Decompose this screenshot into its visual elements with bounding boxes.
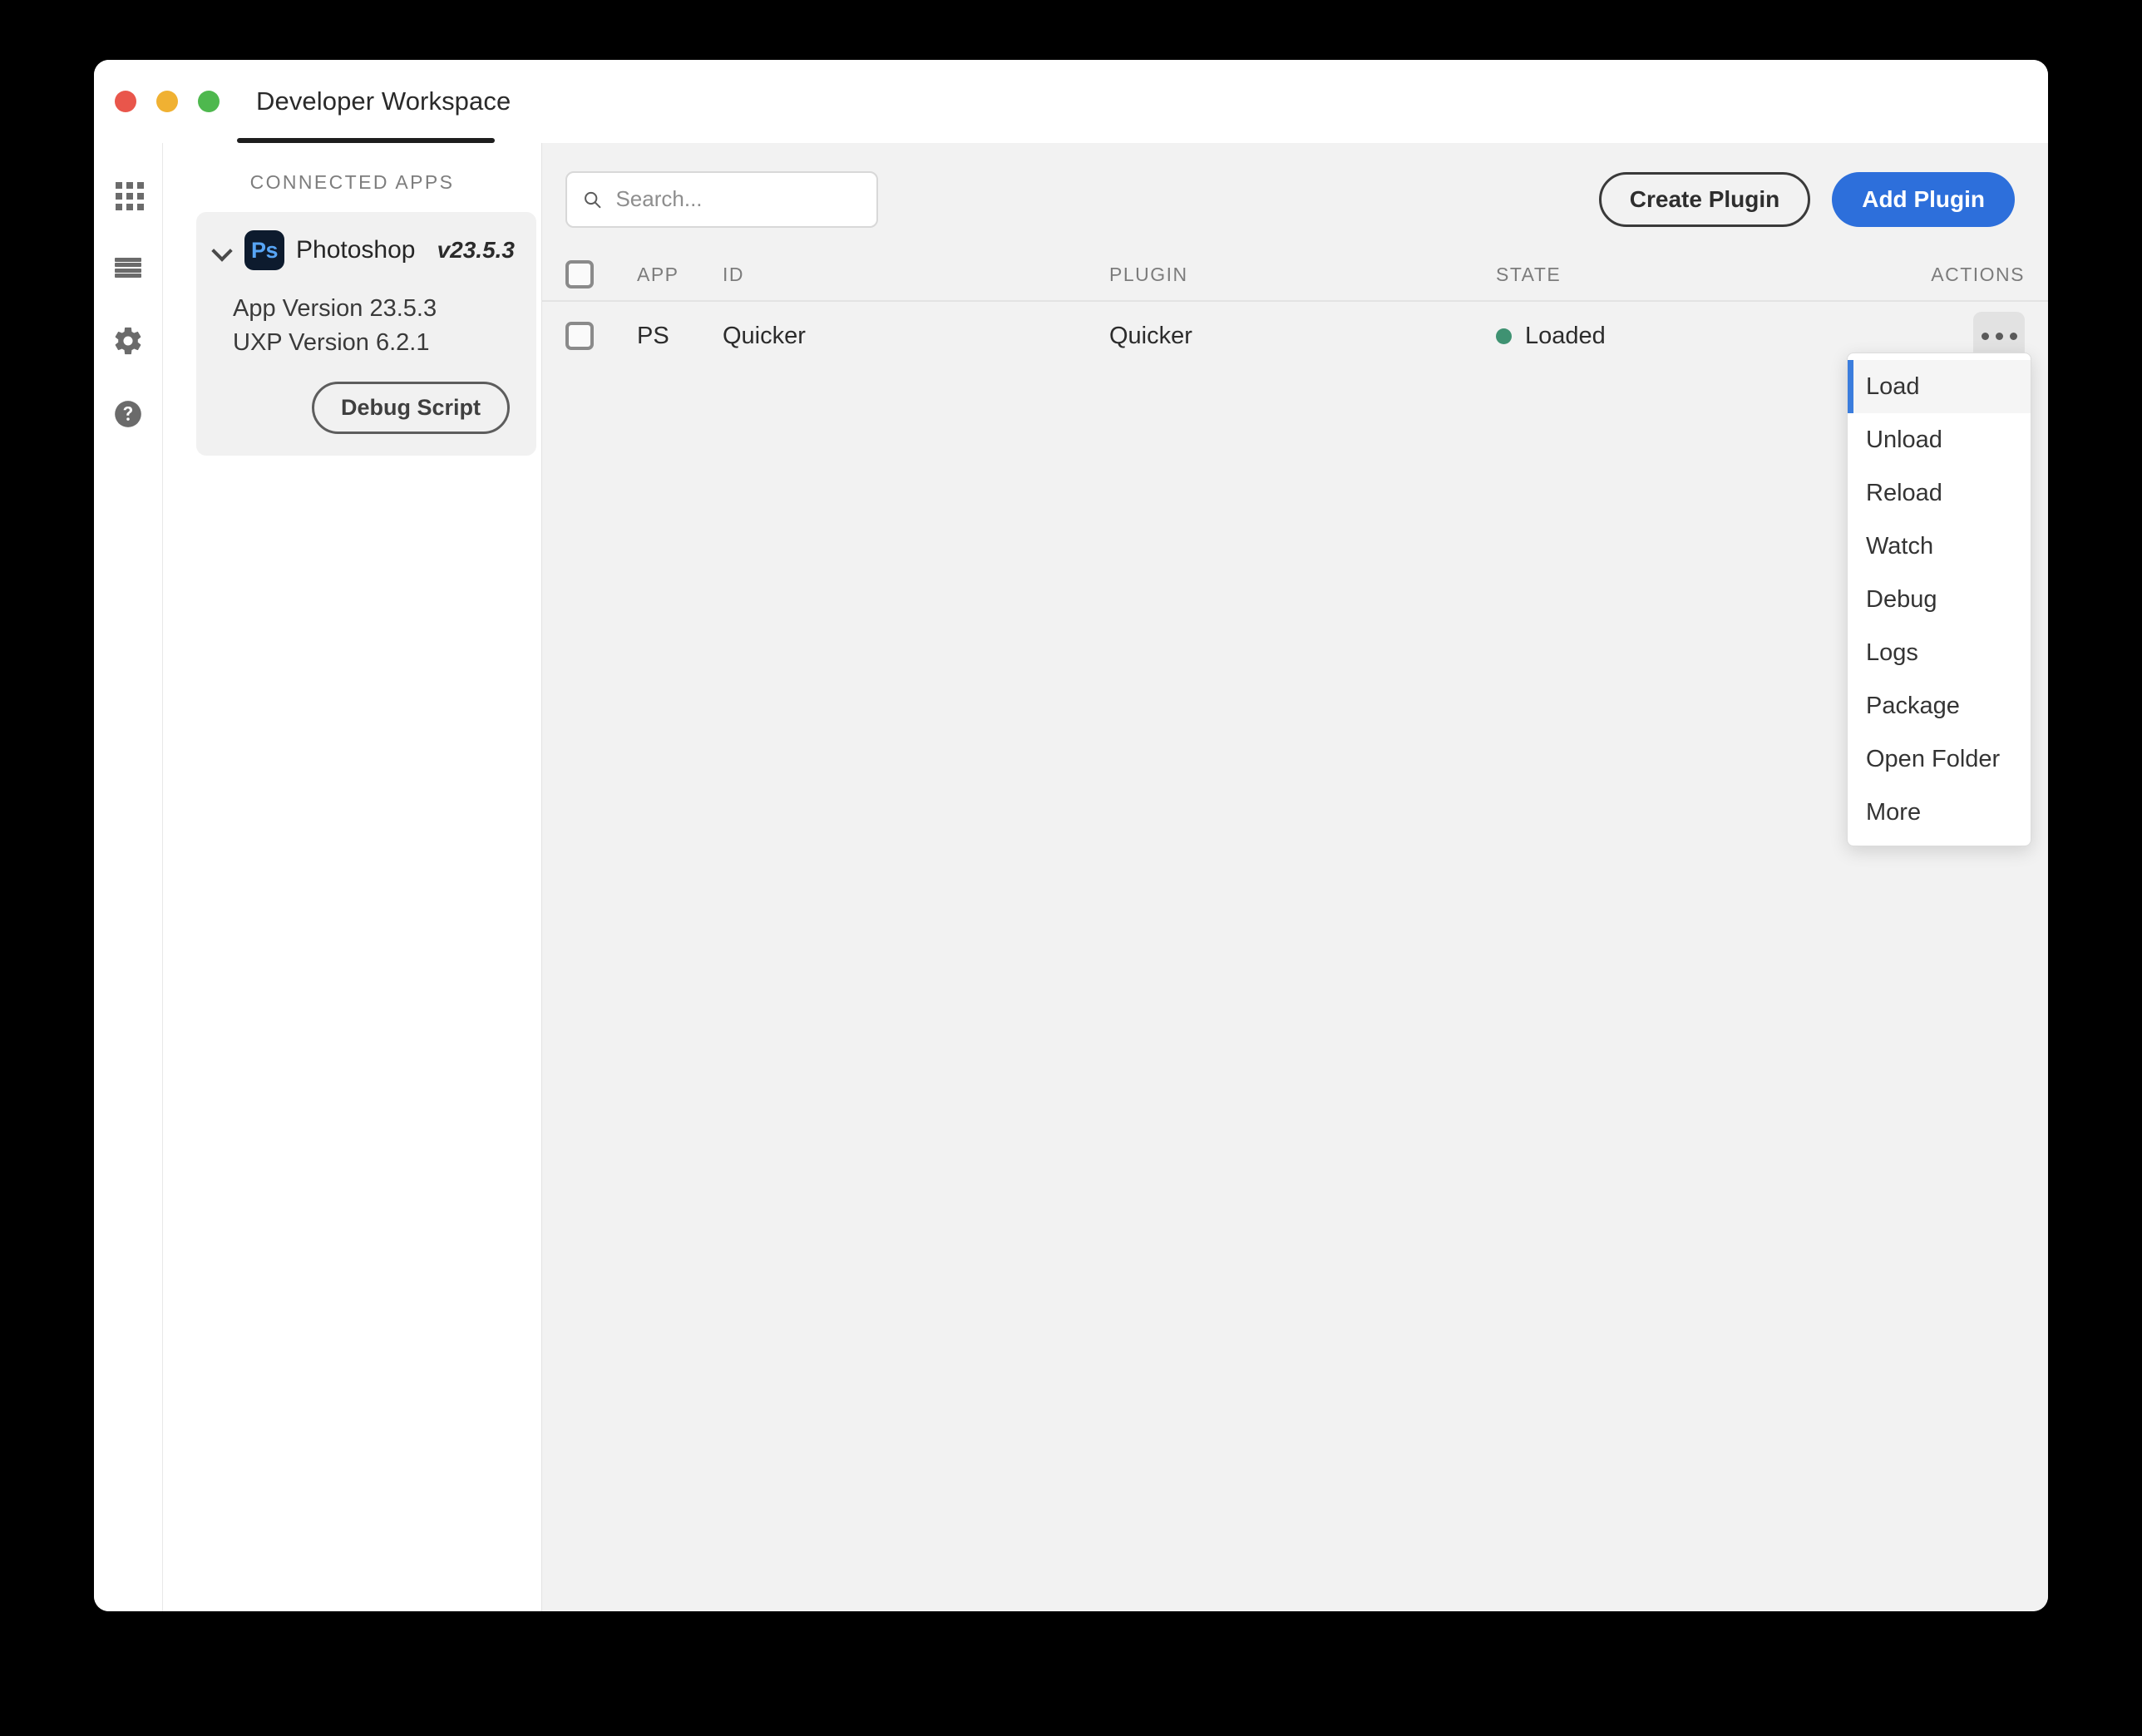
menu-item-reload[interactable]: Reload (1848, 466, 2031, 520)
plugins-toolbar: Create Plugin Add Plugin (542, 143, 2048, 230)
window-body: CONNECTED APPS Ps Photoshop v23.5.3 App … (94, 143, 2048, 1611)
gear-icon (115, 327, 141, 355)
app-name: Photoshop (296, 236, 416, 264)
column-header-state: STATE (1496, 263, 1562, 285)
menu-item-open-folder[interactable]: Open Folder (1848, 732, 2031, 786)
table-header-row: APP ID PLUGIN STATE ACTIONS (542, 249, 2048, 302)
status-dot-icon (1496, 328, 1512, 344)
cell-state: Loaded (1496, 323, 1890, 350)
row-checkbox[interactable] (565, 322, 594, 350)
cell-id: Quicker (723, 322, 806, 349)
connected-apps-panel: CONNECTED APPS Ps Photoshop v23.5.3 App … (163, 143, 542, 1611)
menu-item-package[interactable]: Package (1848, 679, 2031, 732)
menu-item-watch[interactable]: Watch (1848, 520, 2031, 573)
row-actions-menu: Load Unload Reload Watch Debug Logs Pack… (1847, 353, 2031, 846)
add-plugin-button[interactable]: Add Plugin (1832, 171, 2015, 227)
app-version-line: App Version 23.5.3 (233, 295, 437, 322)
menu-item-logs[interactable]: Logs (1848, 626, 2031, 679)
menu-item-more[interactable]: More (1848, 786, 2031, 839)
traffic-lights (115, 91, 220, 112)
app-details: App Version 23.5.3 UXP Version 6.2.1 (211, 292, 515, 360)
search-input[interactable] (614, 185, 861, 213)
help-icon (115, 401, 141, 427)
title-bar: Developer Workspace (94, 60, 2048, 144)
chevron-down-icon[interactable] (211, 239, 233, 261)
search-box[interactable] (565, 170, 878, 228)
create-plugin-button[interactable]: Create Plugin (1598, 171, 1811, 227)
uxp-version-line: UXP Version 6.2.1 (233, 329, 430, 357)
plugins-table: APP ID PLUGIN STATE ACTIONS PS Quicker Q… (542, 249, 2048, 370)
column-header-app: APP (637, 263, 679, 285)
select-all-checkbox[interactable] (565, 260, 594, 289)
status-badge: Loaded (1525, 322, 1606, 349)
column-header-actions: ACTIONS (1931, 263, 2025, 285)
plugins-panel: Create Plugin Add Plugin APP ID PLUGIN S… (542, 143, 2048, 1611)
rail-item-help[interactable] (103, 389, 153, 439)
menu-item-load[interactable]: Load (1848, 360, 2031, 413)
rail-item-settings[interactable] (103, 316, 153, 366)
panel-heading: CONNECTED APPS (249, 171, 455, 193)
app-version-tag: v23.5.3 (437, 237, 515, 263)
icon-rail (94, 143, 163, 1611)
tab-label: Developer Workspace (256, 86, 511, 116)
table-row[interactable]: PS Quicker Quicker Loaded (542, 302, 2048, 370)
ellipsis-icon-dot (1981, 332, 1989, 340)
search-icon (585, 191, 601, 208)
list-icon (115, 258, 141, 278)
photoshop-icon: Ps (244, 230, 284, 270)
column-header-plugin: PLUGIN (1109, 263, 1188, 285)
rail-item-apps[interactable] (103, 170, 153, 219)
debug-script-button[interactable]: Debug Script (311, 382, 510, 435)
cell-plugin: Quicker (1109, 322, 1192, 349)
column-header-id: ID (723, 263, 744, 285)
tab-developer-workspace[interactable]: Developer Workspace (231, 60, 536, 143)
app-card-header: Ps Photoshop v23.5.3 (211, 230, 515, 270)
cell-app: PS (637, 322, 669, 349)
close-window-button[interactable] (115, 91, 136, 112)
menu-item-unload[interactable]: Unload (1848, 413, 2031, 466)
ellipsis-icon-dot (2009, 332, 2017, 340)
ellipsis-icon-dot (1995, 332, 2003, 340)
menu-item-debug[interactable]: Debug (1848, 573, 2031, 626)
grid-icon (116, 182, 144, 210)
rail-item-list[interactable] (103, 243, 153, 293)
minimize-window-button[interactable] (156, 91, 178, 112)
connected-app-card[interactable]: Ps Photoshop v23.5.3 App Version 23.5.3 … (196, 212, 536, 456)
app-window: Developer Workspace CONNECTED APPS Ps Ph… (94, 60, 2048, 1611)
zoom-window-button[interactable] (198, 91, 220, 112)
app-card-actions: Debug Script (211, 382, 515, 435)
